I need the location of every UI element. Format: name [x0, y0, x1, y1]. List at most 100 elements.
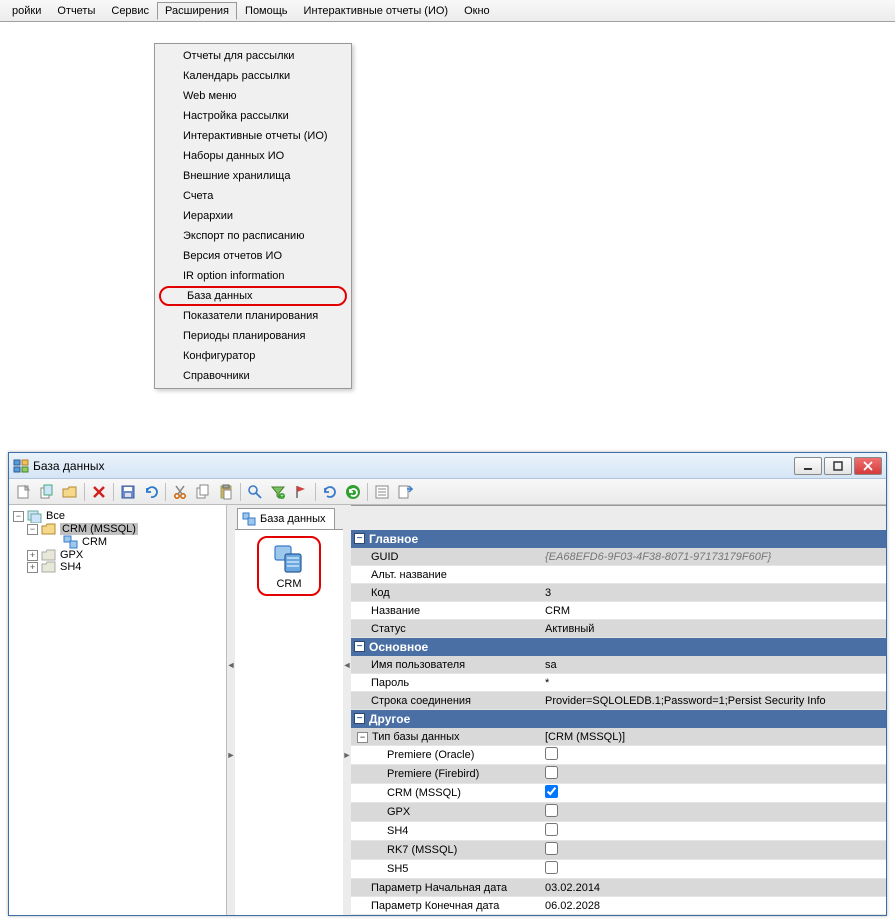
dd-reports-mailing[interactable]: Отчеты для рассылки — [155, 46, 351, 66]
dd-configurator[interactable]: Конфигуратор — [155, 346, 351, 366]
dd-accounts[interactable]: Счета — [155, 186, 351, 206]
tb-flag-icon[interactable] — [290, 481, 312, 503]
tree-root[interactable]: − Все — [13, 509, 222, 523]
tb-cut-icon[interactable] — [169, 481, 191, 503]
expand-icon[interactable]: + — [27, 550, 38, 561]
chk-gpx[interactable] — [545, 804, 558, 817]
menu-help[interactable]: Помощь — [237, 2, 296, 20]
prop-key-crm-mssql: CRM (MSSQL) — [351, 786, 541, 800]
collapse-icon[interactable]: − — [354, 533, 365, 544]
splitter-2[interactable]: ◄ ► — [343, 505, 351, 915]
chk-sh4[interactable] — [545, 823, 558, 836]
menu-reports[interactable]: Отчеты — [49, 2, 103, 20]
collapse-icon[interactable]: − — [354, 641, 365, 652]
dd-external-storage[interactable]: Внешние хранилища — [155, 166, 351, 186]
tb-undo-icon[interactable] — [140, 481, 162, 503]
tb-copy2-icon[interactable] — [192, 481, 214, 503]
prop-key-gpx: GPX — [351, 805, 541, 819]
tb-delete-icon[interactable] — [88, 481, 110, 503]
svg-text:+: + — [280, 494, 284, 500]
chk-firebird[interactable] — [545, 766, 558, 779]
dd-io-version[interactable]: Версия отчетов ИО — [155, 246, 351, 266]
prop-val-end-date[interactable]: 06.02.2028 — [541, 899, 886, 913]
dd-interactive-reports[interactable]: Интерактивные отчеты (ИО) — [155, 126, 351, 146]
prop-val-name[interactable]: CRM — [541, 604, 886, 618]
prop-key-code: Код — [351, 586, 541, 600]
folder-icon — [41, 561, 57, 573]
collapse-icon[interactable]: − — [13, 511, 24, 522]
tree-node-sh4[interactable]: + SH4 — [13, 561, 222, 573]
database-small-icon — [63, 535, 79, 549]
prop-key-status: Статус — [351, 622, 541, 636]
splitter[interactable]: ◄ ► — [227, 505, 235, 915]
tree-pane: − Все − CRM (MSSQL) CRM + GPX + SH4 — [9, 505, 227, 915]
db-item-label: CRM — [276, 578, 301, 590]
menu-service[interactable]: Сервис — [103, 2, 157, 20]
tb-export-icon[interactable] — [394, 481, 416, 503]
prop-key-oracle: Premiere (Oracle) — [351, 748, 541, 762]
section-main[interactable]: −Главное — [351, 530, 886, 548]
minimize-button[interactable] — [794, 457, 822, 475]
dd-mailing-settings[interactable]: Настройка рассылки — [155, 106, 351, 126]
prop-key-password: Пароль — [351, 676, 541, 690]
dd-io-datasets[interactable]: Наборы данных ИО — [155, 146, 351, 166]
tb-open-icon[interactable] — [59, 481, 81, 503]
tb-new-icon[interactable] — [13, 481, 35, 503]
tab-database[interactable]: База данных — [237, 508, 335, 529]
maximize-button[interactable] — [824, 457, 852, 475]
dd-hierarchies[interactable]: Иерархии — [155, 206, 351, 226]
dd-planning-indicators[interactable]: Показатели планирования — [155, 306, 351, 326]
tb-refresh-green-icon[interactable] — [342, 481, 364, 503]
tb-search-icon[interactable] — [244, 481, 266, 503]
menubar: ройки Отчеты Сервис Расширения Помощь Ин… — [0, 0, 895, 22]
db-item-crm[interactable]: CRM — [257, 536, 321, 596]
dd-references[interactable]: Справочники — [155, 366, 351, 386]
menu-window[interactable]: Окно — [456, 2, 498, 20]
titlebar[interactable]: База данных — [9, 453, 886, 479]
tree-node-crm-mssql[interactable]: − CRM (MSSQL) — [13, 523, 222, 535]
prop-val-connstr[interactable]: Provider=SQLOLEDB.1;Password=1;Persist S… — [541, 694, 886, 708]
prop-val-start-date[interactable]: 03.02.2014 — [541, 881, 886, 895]
prop-val-status[interactable]: Активный — [541, 622, 886, 636]
section-primary[interactable]: −Основное — [351, 638, 886, 656]
chk-crm-mssql[interactable] — [545, 785, 558, 798]
collapse-icon[interactable]: − — [27, 524, 38, 535]
tb-filter-green-icon[interactable]: + — [267, 481, 289, 503]
toolbar: + — [9, 479, 886, 505]
prop-val-guid[interactable]: {EA68EFD6-9F03-4F38-8071-97173179F60F} — [541, 550, 886, 564]
prop-key-sh4: SH4 — [351, 824, 541, 838]
chk-oracle[interactable] — [545, 747, 558, 760]
menu-interactive-reports[interactable]: Интерактивные отчеты (ИО) — [296, 2, 457, 20]
extensions-dropdown: Отчеты для рассылки Календарь рассылки W… — [154, 43, 352, 389]
window-title: База данных — [33, 459, 792, 473]
tb-save-icon[interactable] — [117, 481, 139, 503]
tree-root-label: Все — [46, 510, 65, 522]
tree-node-gpx[interactable]: + GPX — [13, 549, 222, 561]
chk-sh5[interactable] — [545, 861, 558, 874]
prop-val-user[interactable]: sa — [541, 658, 886, 672]
tree-leaf-crm[interactable]: CRM — [13, 535, 222, 549]
tb-refresh-blue-icon[interactable] — [319, 481, 341, 503]
collapse-icon[interactable]: − — [354, 713, 365, 724]
expand-icon[interactable]: + — [27, 562, 38, 573]
prop-val-dbtype[interactable]: [CRM (MSSQL)] — [541, 730, 886, 744]
prop-val-altname[interactable] — [541, 574, 886, 576]
prop-val-code[interactable]: 3 — [541, 586, 886, 600]
prop-key-dbtype[interactable]: −Тип базы данных — [351, 730, 541, 744]
close-button[interactable] — [854, 457, 882, 475]
dd-ir-option[interactable]: IR option information — [155, 266, 351, 286]
dd-scheduled-export[interactable]: Экспорт по расписанию — [155, 226, 351, 246]
tb-list-icon[interactable] — [371, 481, 393, 503]
tb-paste-icon[interactable] — [215, 481, 237, 503]
chk-rk7[interactable] — [545, 842, 558, 855]
dd-mailing-calendar[interactable]: Календарь рассылки — [155, 66, 351, 86]
dd-planning-periods[interactable]: Периоды планирования — [155, 326, 351, 346]
menu-settings[interactable]: ройки — [4, 2, 49, 20]
menu-extensions[interactable]: Расширения — [157, 2, 237, 20]
tb-copy-icon[interactable] — [36, 481, 58, 503]
collapse-icon[interactable]: − — [357, 732, 368, 743]
dd-database[interactable]: База данных — [159, 286, 347, 306]
dd-web-menu[interactable]: Web меню — [155, 86, 351, 106]
prop-val-password[interactable]: * — [541, 676, 886, 690]
section-other[interactable]: −Другое — [351, 710, 886, 728]
